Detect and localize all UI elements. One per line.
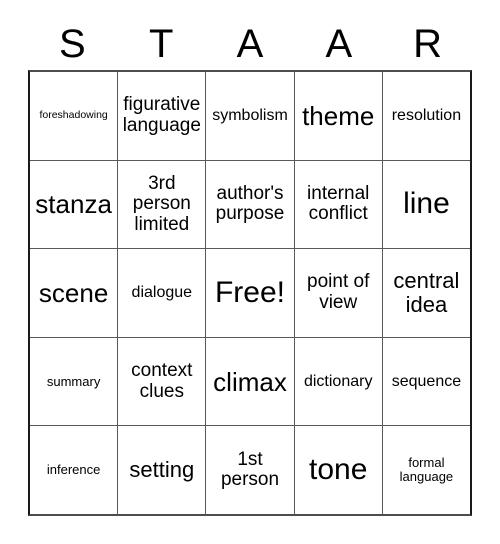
bingo-cell-label: Free! — [214, 275, 286, 309]
bingo-cell-r4-c1[interactable]: summary — [30, 337, 119, 426]
bingo-cell-r2-c5[interactable]: line — [382, 160, 471, 249]
bingo-cell-label: theme — [302, 100, 375, 131]
bingo-cell-r2-c3[interactable]: author's purpose — [206, 160, 295, 249]
bingo-card: S T A A R foreshadowing figurative language sy… — [0, 0, 500, 544]
bingo-cell-label: figurative language — [122, 94, 201, 136]
bingo-header-letter-1: S — [59, 22, 86, 66]
bingo-cell-label: climax — [213, 366, 287, 397]
bingo-cell-label: foreshadowing — [39, 109, 108, 122]
bingo-cell-label: context clues — [131, 360, 193, 402]
bingo-cell-r4-c4[interactable]: dictionary — [294, 337, 383, 426]
bingo-cell-label: resolution — [391, 107, 462, 125]
bingo-cell-r3-c2[interactable]: dialogue — [118, 249, 207, 337]
bingo-cell-label: scene — [38, 277, 109, 308]
bingo-cell-label: formal language — [399, 455, 454, 485]
bingo-free-space-cell[interactable]: Free! — [206, 249, 295, 337]
bingo-cell-r1-c2[interactable]: figurative language — [118, 72, 207, 160]
bingo-cell-label: inference — [46, 462, 101, 478]
bingo-cell-label: stanza — [35, 189, 112, 220]
bingo-header-letters: STAAR — [28, 18, 472, 70]
bingo-cell-label: author's purpose — [215, 182, 285, 225]
bingo-header-letter-2: T — [148, 22, 174, 66]
bingo-row: foreshadowing figurative language symbolis… — [30, 72, 471, 161]
bingo-header-letter-3: A — [236, 22, 264, 66]
bingo-header-letter-5: R — [413, 22, 443, 66]
bingo-row: inference setting 1st person tone formal lan… — [30, 426, 471, 514]
bingo-cell-label: line — [403, 187, 450, 221]
bingo-row: summary context clues climax dictionary sequ… — [30, 337, 471, 427]
bingo-cell-r4-c5[interactable]: sequence — [382, 337, 471, 426]
bingo-cell-r5-c5[interactable]: formal language — [382, 426, 471, 514]
bingo-row: stanza 3rd person limited author's purpose… — [30, 160, 471, 250]
bingo-cell-r1-c3[interactable]: symbolism — [206, 72, 295, 160]
bingo-cell-r4-c2[interactable]: context clues — [118, 337, 207, 426]
bingo-cell-r4-c3[interactable]: climax — [206, 337, 295, 426]
bingo-cell-r1-c5[interactable]: resolution — [382, 72, 471, 160]
bingo-cell-r3-c5[interactable]: central idea — [382, 249, 471, 337]
bingo-cell-label: point of view — [307, 271, 370, 313]
bingo-cell-r5-c3[interactable]: 1st person — [206, 426, 295, 514]
bingo-cell-r2-c1[interactable]: stanza — [30, 160, 119, 249]
bingo-cell-label: summary — [46, 373, 101, 389]
bingo-cell-r1-c4[interactable]: theme — [294, 72, 383, 160]
bingo-cell-label: 1st person — [220, 448, 280, 491]
bingo-cell-r2-c2[interactable]: 3rd person limited — [118, 160, 207, 249]
bingo-cell-label: dialogue — [131, 284, 193, 302]
bingo-cell-label: sequence — [391, 372, 462, 390]
bingo-cell-label: dictionary — [303, 372, 373, 390]
bingo-cell-label: 3rd person limited — [132, 172, 191, 235]
bingo-cell-r5-c1[interactable]: inference — [30, 426, 119, 514]
bingo-grid: foreshadowing figurative language symbolis… — [28, 70, 472, 516]
bingo-cell-r3-c1[interactable]: scene — [30, 249, 119, 337]
bingo-cell-label: tone — [309, 452, 368, 486]
bingo-cell-label: central idea — [393, 268, 460, 317]
bingo-cell-r5-c2[interactable]: setting — [118, 426, 207, 514]
bingo-cell-r1-c1[interactable]: foreshadowing — [30, 72, 119, 160]
bingo-cell-r2-c4[interactable]: internal conflict — [294, 160, 383, 249]
bingo-cell-label: internal conflict — [307, 182, 370, 225]
bingo-row: scene dialogue Free! point of view central i… — [30, 249, 471, 338]
bingo-cell-r3-c4[interactable]: point of view — [294, 249, 383, 337]
bingo-cell-label: symbolism — [212, 107, 288, 125]
bingo-cell-label: setting — [129, 457, 195, 483]
bingo-header-letter-4: A — [325, 22, 353, 66]
bingo-cell-r5-c4[interactable]: tone — [294, 426, 383, 514]
